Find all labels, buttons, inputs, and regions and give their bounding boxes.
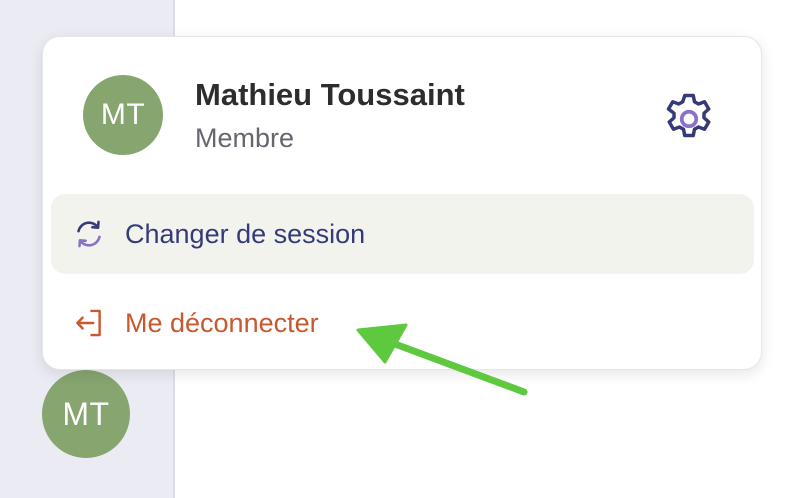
switch-session-button[interactable]: Changer de session: [51, 194, 754, 274]
refresh-icon: [71, 216, 107, 252]
settings-button[interactable]: [657, 85, 721, 149]
logout-button[interactable]: Me déconnecter: [51, 283, 754, 363]
gear-icon: [666, 93, 711, 138]
switch-session-label: Changer de session: [125, 218, 366, 249]
sidebar-avatar[interactable]: MT: [42, 370, 130, 458]
logout-label: Me déconnecter: [125, 307, 319, 338]
logout-icon: [71, 305, 107, 341]
profile-menu: MT Mathieu Toussaint Membre Changer de s…: [42, 36, 762, 370]
profile-role: Membre: [195, 123, 295, 153]
profile-name: Mathieu Toussaint: [195, 77, 465, 112]
profile-avatar: MT: [83, 75, 163, 155]
